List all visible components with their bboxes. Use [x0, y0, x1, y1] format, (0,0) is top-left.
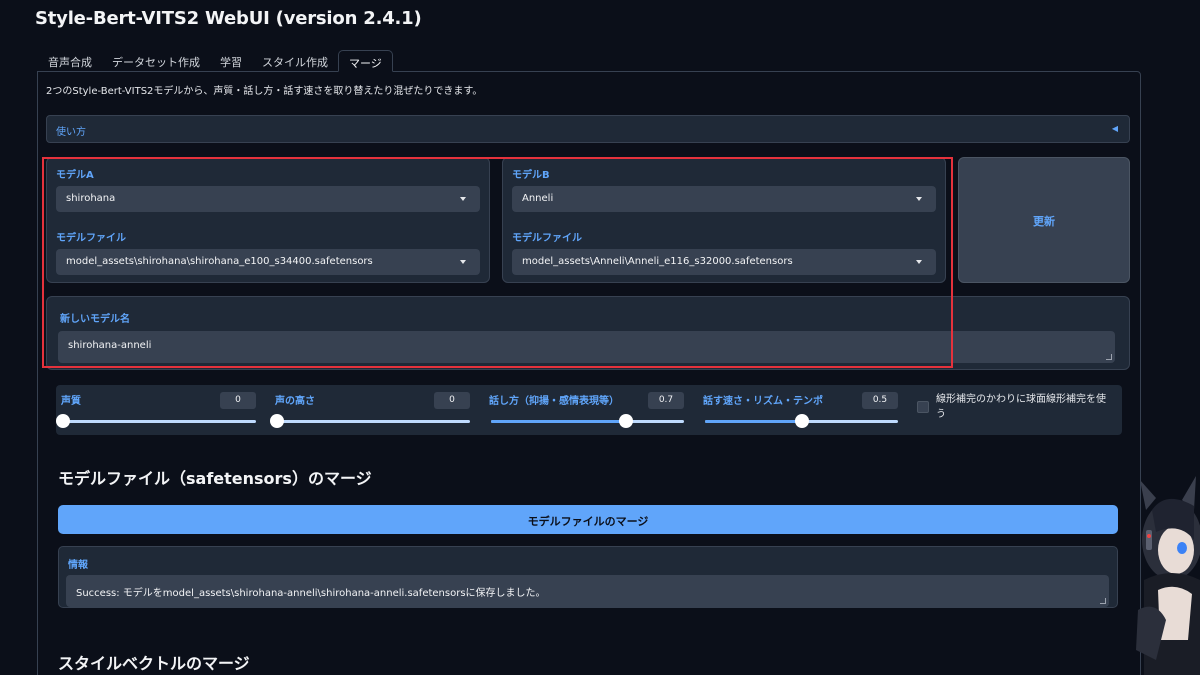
caret-down-icon [916, 197, 922, 201]
model-b-dropdown[interactable]: Anneli [512, 186, 936, 212]
merge-model-file-button[interactable]: モデルファイルのマージ [58, 505, 1118, 534]
model-a-file-label: モデルファイル [56, 233, 126, 244]
resize-handle-icon[interactable] [1106, 354, 1112, 360]
speaking-style-number[interactable]: 0.7 [648, 392, 684, 409]
tab-synthesis[interactable]: 音声合成 [38, 50, 102, 72]
model-b-value: Anneli [522, 193, 554, 204]
new-model-name-value: shirohana-anneli [68, 340, 152, 351]
slider-track[interactable] [63, 420, 256, 423]
slider-thumb[interactable] [794, 414, 809, 428]
model-a-value: shirohana [66, 193, 116, 204]
voice-quality-label: 声質 [61, 396, 81, 407]
model-b-file-value: model_assets\Anneli\Anneli_e116_s32000.s… [522, 256, 793, 267]
model-file-merge-heading: モデルファイル（safetensors）のマージ [58, 469, 372, 488]
style-vector-merge-heading: スタイルベクトルのマージ [58, 654, 250, 673]
tab-dataset[interactable]: データセット作成 [102, 50, 210, 72]
slider-thumb[interactable] [270, 414, 284, 428]
tab-style[interactable]: スタイル作成 [252, 50, 338, 72]
model-b-label: モデルB [512, 170, 550, 181]
caret-down-icon [460, 197, 466, 201]
model-a-dropdown[interactable]: shirohana [56, 186, 480, 212]
info-output[interactable]: Success: モデルをmodel_assets\shirohana-anne… [66, 575, 1109, 607]
caret-down-icon [460, 260, 466, 264]
usage-accordion-label: 使い方 [56, 127, 86, 138]
character-illustration [1136, 476, 1200, 675]
pitch-number[interactable]: 0 [434, 392, 470, 409]
slider-fill [705, 420, 802, 423]
speech-speed-number[interactable]: 0.5 [862, 392, 898, 409]
new-model-name-label: 新しいモデル名 [60, 314, 130, 325]
info-label: 情報 [68, 560, 88, 571]
model-a-file-dropdown[interactable]: model_assets\shirohana\shirohana_e100_s3… [56, 249, 480, 275]
model-a-file-value: model_assets\shirohana\shirohana_e100_s3… [66, 256, 373, 267]
tab-training[interactable]: 学習 [210, 50, 252, 72]
app-title: Style-Bert-VITS2 WebUI (version 2.4.1) [35, 8, 422, 29]
info-output-value: Success: モデルをmodel_assets\shirohana-anne… [76, 588, 546, 599]
merge-description: 2つのStyle-Bert-VITS2モデルから、声質・話し方・話す速さを取り替… [46, 86, 483, 97]
slerp-checkbox[interactable] [917, 401, 929, 413]
caret-down-icon [916, 260, 922, 264]
tab-merge[interactable]: マージ [338, 50, 393, 72]
model-a-label: モデルA [56, 170, 94, 181]
speech-speed-slider[interactable]: 話す速さ・リズム・テンポ 0.5 [698, 385, 898, 435]
model-b-file-label: モデルファイル [512, 233, 582, 244]
new-model-name-input[interactable]: shirohana-anneli [58, 331, 1115, 363]
voice-quality-number[interactable]: 0 [220, 392, 256, 409]
slerp-checkbox-label: 線形補完のかわりに球面線形補完を使う [936, 394, 1106, 420]
slider-track[interactable] [277, 420, 470, 423]
voice-quality-slider[interactable]: 声質 0 [56, 385, 256, 435]
pitch-label: 声の高さ [275, 396, 315, 407]
merge-model-file-button-label: モデルファイルのマージ [527, 515, 649, 528]
pitch-slider[interactable]: 声の高さ 0 [270, 385, 470, 435]
speaking-style-label: 話し方（抑揚・感情表現等） [489, 396, 619, 407]
chevron-left-icon: ◀ [1111, 124, 1118, 133]
slider-fill [491, 420, 627, 423]
usage-accordion[interactable]: 使い方 ◀ [46, 115, 1130, 143]
tab-bar: 音声合成 データセット作成 学習 スタイル作成 マージ [38, 50, 393, 72]
update-button[interactable]: 更新 [958, 157, 1130, 283]
slider-thumb[interactable] [619, 414, 634, 428]
slider-thumb[interactable] [56, 414, 70, 428]
speech-speed-label: 話す速さ・リズム・テンポ [703, 396, 823, 407]
model-b-file-dropdown[interactable]: model_assets\Anneli\Anneli_e116_s32000.s… [512, 249, 936, 275]
speaking-style-slider[interactable]: 話し方（抑揚・感情表現等） 0.7 [484, 385, 684, 435]
resize-handle-icon[interactable] [1100, 598, 1106, 604]
update-button-label: 更新 [1033, 215, 1055, 228]
